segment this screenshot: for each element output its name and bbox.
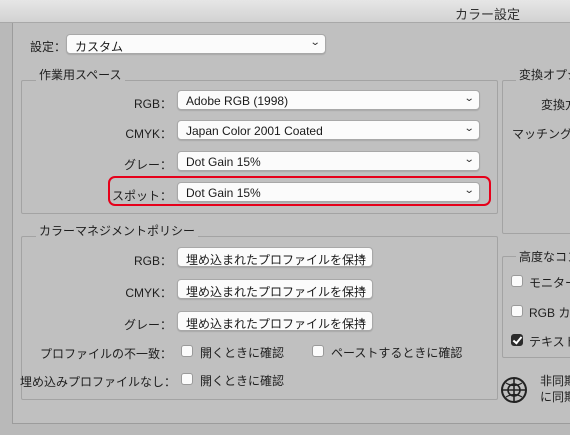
sync-status-line1: 非同期 bbox=[540, 374, 570, 388]
policy-gray-label: グレー： bbox=[123, 318, 172, 332]
rgb-blend-label[interactable]: RGB カ bbox=[529, 304, 570, 321]
mismatch-paste-checkbox[interactable] bbox=[312, 345, 324, 357]
spot-highlight-box bbox=[108, 176, 491, 206]
chevron-down-icon: ⌄ bbox=[356, 282, 368, 293]
rgb-blend-checkbox[interactable] bbox=[511, 305, 523, 317]
advanced-controls-title: 高度なコン bbox=[516, 248, 570, 265]
chevron-down-icon: ⌄ bbox=[463, 123, 475, 134]
ws-cmyk-dropdown[interactable]: Japan Color 2001 Coated ⌄ bbox=[177, 120, 480, 140]
monitor-label[interactable]: モニター bbox=[529, 274, 570, 291]
text-blend-checkbox[interactable] bbox=[511, 334, 523, 346]
mismatch-open-checkbox[interactable] bbox=[181, 345, 193, 357]
missing-open-label[interactable]: 開くときに確認 bbox=[200, 372, 284, 389]
sync-globe-icon bbox=[501, 377, 527, 403]
engine-label: 変換方 bbox=[541, 98, 570, 112]
missing-open-checkbox[interactable] bbox=[181, 373, 193, 385]
conversion-options-title: 変換オプシ bbox=[516, 66, 570, 83]
ws-cmyk-label: CMYK： bbox=[125, 127, 172, 141]
chevron-down-icon: ⌄ bbox=[463, 93, 475, 104]
working-spaces-title: 作業用スペース bbox=[36, 66, 125, 83]
policy-gray-dropdown[interactable]: 埋め込まれたプロファイルを保持 ⌄ bbox=[177, 311, 373, 331]
text-blend-label[interactable]: テキスト bbox=[529, 333, 570, 350]
matching-label: マッチングフ bbox=[512, 127, 570, 141]
mismatch-open-label[interactable]: 開くときに確認 bbox=[200, 344, 284, 361]
ws-rgb-label: RGB： bbox=[133, 97, 172, 111]
policy-cmyk-dropdown[interactable]: 埋め込まれたプロファイルを保持 ⌄ bbox=[177, 279, 373, 299]
policy-rgb-label: RGB： bbox=[133, 254, 172, 268]
chevron-down-icon: ⌄ bbox=[309, 37, 321, 48]
policy-rgb-value: 埋め込まれたプロファイルを保持 bbox=[186, 253, 367, 267]
window-title: カラー設定 bbox=[455, 7, 521, 22]
sync-status-line2: に同期 bbox=[540, 390, 570, 404]
missing-profile-label: 埋め込みプロファイルなし： bbox=[20, 375, 177, 389]
policy-rgb-dropdown[interactable]: 埋め込まれたプロファイルを保持 ⌄ bbox=[177, 247, 373, 267]
ws-gray-label: グレー： bbox=[123, 158, 172, 172]
ws-gray-dropdown[interactable]: Dot Gain 15% ⌄ bbox=[177, 151, 480, 171]
ws-gray-value: Dot Gain 15% bbox=[186, 155, 261, 169]
monitor-checkbox[interactable] bbox=[511, 275, 523, 287]
mismatch-paste-label[interactable]: ペーストするときに確認 bbox=[331, 344, 462, 361]
chevron-down-icon: ⌄ bbox=[356, 314, 368, 325]
policy-cmyk-label: CMYK： bbox=[125, 286, 172, 300]
ws-cmyk-value: Japan Color 2001 Coated bbox=[186, 124, 323, 138]
title-bar: カラー設定 bbox=[0, 0, 570, 23]
ws-rgb-dropdown[interactable]: Adobe RGB (1998) ⌄ bbox=[177, 90, 480, 110]
settings-dropdown[interactable]: カスタム ⌄ bbox=[66, 34, 326, 54]
mismatch-label: プロファイルの不一致： bbox=[39, 347, 172, 361]
settings-label: 設定： bbox=[30, 40, 67, 54]
policy-cmyk-value: 埋め込まれたプロファイルを保持 bbox=[186, 285, 367, 299]
chevron-down-icon: ⌄ bbox=[463, 154, 475, 165]
settings-value: カスタム bbox=[75, 40, 124, 54]
chevron-down-icon: ⌄ bbox=[356, 250, 368, 261]
policy-gray-value: 埋め込まれたプロファイルを保持 bbox=[186, 317, 367, 331]
policies-title: カラーマネジメントポリシー bbox=[36, 222, 199, 239]
ws-rgb-value: Adobe RGB (1998) bbox=[186, 94, 289, 108]
